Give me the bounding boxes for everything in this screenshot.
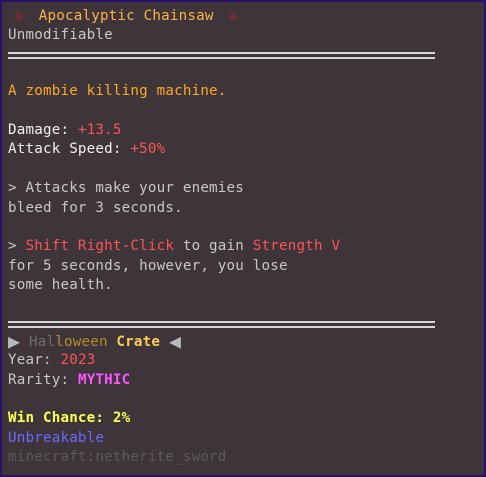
item-id: minecraft:netherite_sword: [8, 449, 227, 466]
year-label: Year:: [8, 352, 52, 369]
ability-strength-line-2: for 5 seconds, however, you lose: [8, 257, 288, 274]
ability-bleed-line-1: > Attacks make your enemies: [8, 180, 245, 197]
win-chance-value: 2%: [112, 410, 131, 427]
ability-strength-line-1: > Shift Right-Click to gain Strength V: [8, 237, 478, 256]
item-subtitle: Unmodifiable: [8, 27, 113, 44]
rarity-row: Rarity: MYTHIC: [8, 371, 478, 390]
crate-name-part-3: Crate: [107, 333, 161, 350]
rarity-label: Rarity:: [8, 371, 70, 388]
ability-strength-line-3: some health.: [8, 277, 113, 294]
year-value: 2023: [60, 352, 96, 369]
arrow-right-icon: ▶: [8, 328, 21, 353]
item-tooltip: ☠ Apocalyptic Chainsaw ☠ Unmodifiable A …: [0, 0, 486, 477]
attack-speed-label: Attack Speed:: [8, 141, 122, 158]
divider: [8, 51, 435, 59]
attack-speed-row: Attack Speed: +50%: [8, 140, 478, 159]
item-description: A zombie killing machine.: [8, 83, 227, 100]
skull-icon: ☠: [14, 8, 24, 24]
skull-icon: ☠: [228, 8, 238, 24]
title-row: ☠ Apocalyptic Chainsaw ☠: [8, 7, 478, 26]
ability-action: Shift Right-Click: [25, 238, 175, 255]
arrow-left-icon: ◀: [168, 328, 182, 353]
crate-row: ▶ Halloween Crate ◀: [8, 328, 478, 353]
rarity-value: MYTHIC: [77, 371, 131, 388]
ability-effect: Strength V: [252, 238, 341, 255]
ability-mid: to gain: [174, 238, 253, 255]
unbreakable-label: Unbreakable: [8, 429, 105, 446]
year-row: Year: 2023: [8, 351, 478, 370]
damage-row: Damage: +13.5: [8, 121, 478, 140]
ability-bleed-line-2: bleed for 3 seconds.: [8, 199, 183, 216]
crate-name-part-1: Hal: [29, 333, 56, 350]
damage-value: +13.5: [77, 121, 122, 138]
ability-prefix: >: [8, 238, 26, 255]
attack-speed-value: +50%: [130, 141, 166, 158]
win-chance-label: Win Chance:: [8, 410, 105, 427]
win-chance-row: Win Chance: 2%: [8, 409, 478, 428]
damage-label: Damage:: [8, 121, 70, 138]
divider: [8, 320, 435, 328]
item-title: Apocalyptic Chainsaw: [38, 8, 214, 24]
crate-name-part-2: loween: [55, 333, 108, 350]
